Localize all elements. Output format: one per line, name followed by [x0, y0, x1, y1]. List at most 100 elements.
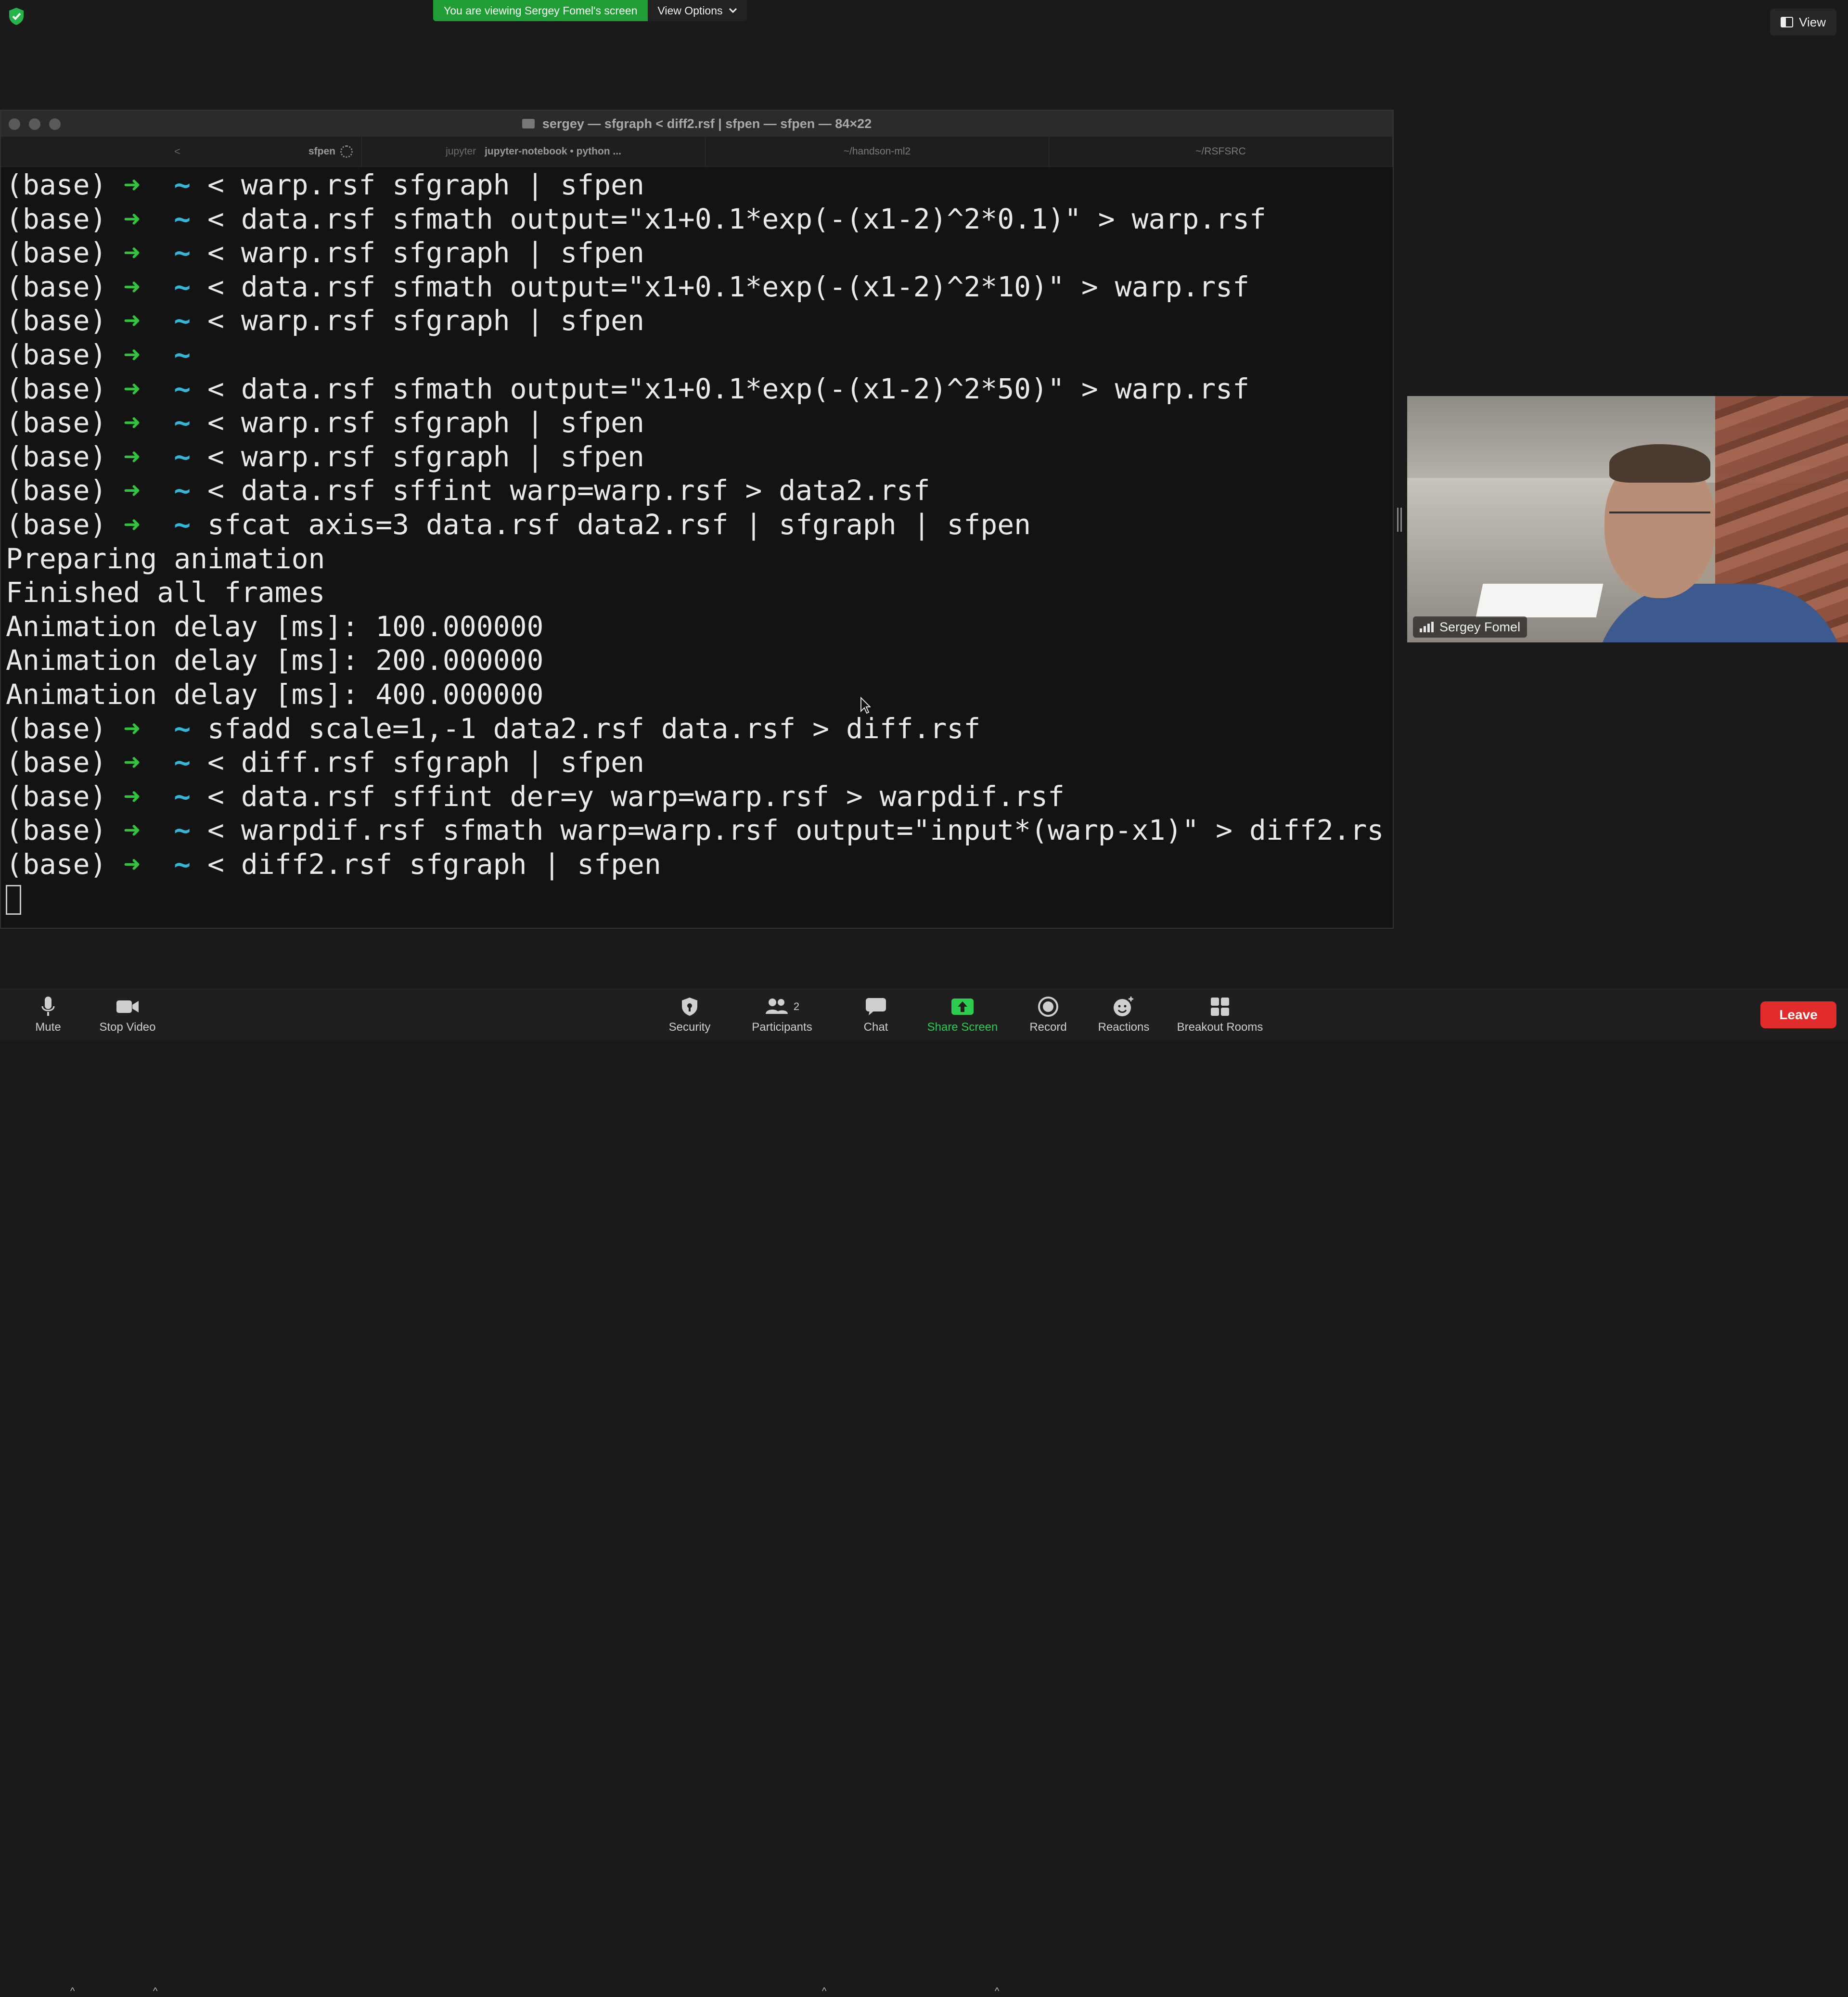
security-shield-icon [9, 8, 24, 25]
share-options-chevron-icon[interactable]: ^ [995, 1986, 999, 1997]
prompt-directory: ~ [174, 372, 191, 405]
prompt-directory: ~ [174, 202, 191, 235]
terminal-output[interactable]: (base) ➜ ~ < warp.rsf sfgraph | sfpen (ba… [1, 167, 1393, 915]
view-layout-button[interactable]: View [1770, 9, 1836, 36]
terminal-command-line: (base) ➜ ~ < data.rsf sfmath output="x1+… [6, 202, 1393, 236]
prompt-env: (base) [6, 440, 107, 473]
zoom-window-button[interactable] [49, 118, 61, 130]
terminal-command-line: (base) ➜ ~ < diff.rsf sfgraph | sfpen [6, 745, 1393, 780]
video-camera-icon [116, 996, 140, 1018]
participants-button[interactable]: 2 Participants [746, 989, 818, 1040]
prompt-env: (base) [6, 474, 107, 507]
chevron-left-icon[interactable]: < [174, 145, 180, 158]
participant-name: Sergey Fomel [1439, 619, 1521, 634]
command-text: < warp.rsf sfgraph | sfpen [191, 236, 644, 269]
pane-resize-handle[interactable] [1397, 508, 1402, 532]
security-button[interactable]: Security [659, 989, 720, 1040]
prompt-directory: ~ [174, 746, 191, 779]
activity-spinner-icon [340, 145, 353, 158]
audio-options-chevron-icon[interactable]: ^ [70, 1986, 75, 1997]
prompt-directory: ~ [174, 338, 191, 371]
prompt-arrow-icon: ➜ [123, 236, 141, 269]
prompt-arrow-icon: ➜ [123, 304, 141, 337]
terminal-input-line[interactable] [6, 881, 1393, 915]
prompt-env: (base) [6, 304, 107, 337]
terminal-command-line: (base) ➜ ~ < warp.rsf sfgraph | sfpen [6, 406, 1393, 440]
command-text: sfadd scale=1,-1 data2.rsf data.rsf > di… [191, 712, 981, 745]
minimize-window-button[interactable] [29, 118, 40, 130]
prompt-directory: ~ [174, 814, 191, 847]
mute-button[interactable]: Mute [29, 989, 67, 1040]
window-controls [9, 118, 61, 130]
view-options-button[interactable]: View Options [648, 0, 747, 21]
video-options-chevron-icon[interactable]: ^ [153, 1986, 157, 1997]
record-button[interactable]: Record [1025, 989, 1071, 1040]
prompt-arrow-icon: ➜ [123, 474, 141, 507]
terminal-command-line: (base) ➜ ~ [6, 338, 1393, 372]
terminal-output-line: Animation delay [ms]: 200.000000 [6, 643, 1393, 678]
prompt-env: (base) [6, 338, 107, 371]
prompt-arrow-icon: ➜ [123, 780, 141, 813]
prompt-env: (base) [6, 780, 107, 813]
prompt-directory: ~ [174, 304, 191, 337]
terminal-command-line: (base) ➜ ~ < data.rsf sfmath output="x1+… [6, 372, 1393, 406]
terminal-output-line: Finished all frames [6, 576, 1393, 610]
prompt-arrow-icon: ➜ [123, 847, 141, 881]
command-text: < diff2.rsf sfgraph | sfpen [191, 847, 661, 881]
command-text: < diff.rsf sfgraph | sfpen [191, 746, 644, 779]
prompt-arrow-icon: ➜ [123, 168, 141, 201]
terminal-window[interactable]: sergey — sfgraph < diff2.rsf | sfpen — s… [0, 110, 1394, 929]
terminal-output-line: Preparing animation [6, 542, 1393, 576]
command-text: < data.rsf sfmath output="x1+0.1*exp(-(x… [191, 202, 1266, 235]
prompt-env: (base) [6, 746, 107, 779]
terminal-command-line: (base) ➜ ~ < data.rsf sfmath output="x1+… [6, 270, 1393, 304]
tab-rsfsrc[interactable]: ~/RSFSRC [1049, 137, 1393, 166]
participants-count: 2 [793, 1000, 800, 1012]
folder-icon [522, 119, 535, 128]
prompt-directory: ~ [174, 236, 191, 269]
prompt-directory: ~ [174, 847, 191, 881]
share-screen-button[interactable]: Share Screen [919, 989, 1006, 1040]
prompt-directory: ~ [174, 440, 191, 473]
prompt-env: (base) [6, 814, 107, 847]
stop-video-button[interactable]: Stop Video [91, 989, 164, 1040]
participant-video[interactable]: Sergey Fomel [1407, 396, 1848, 642]
breakout-rooms-grid-icon [1210, 996, 1230, 1018]
command-text: < warp.rsf sfgraph | sfpen [191, 168, 644, 201]
tab-label: sfpen [308, 146, 335, 157]
chat-button[interactable]: Chat [852, 989, 900, 1040]
prompt-env: (base) [6, 236, 107, 269]
layout-icon [1781, 17, 1794, 27]
prompt-directory: ~ [174, 712, 191, 745]
breakout-rooms-button[interactable]: Breakout Rooms [1167, 989, 1273, 1040]
terminal-output-line: Animation delay [ms]: 100.000000 [6, 610, 1393, 644]
reactions-smiley-icon [1113, 996, 1135, 1018]
terminal-command-line: (base) ➜ ~ < diff2.rsf sfgraph | sfpen [6, 847, 1393, 882]
prompt-arrow-icon: ➜ [123, 372, 141, 405]
terminal-tab-bar: < sfpen jupyter jupyter-notebook • pytho… [1, 137, 1393, 167]
participants-options-chevron-icon[interactable]: ^ [822, 1986, 826, 1997]
command-text: < warpdif.rsf sfmath warp=warp.rsf outpu… [191, 814, 1384, 847]
tab-sfpen[interactable]: < sfpen [1, 137, 362, 166]
text-cursor [6, 885, 21, 915]
command-text: < data.rsf sffint der=y warp=warp.rsf > … [191, 780, 1065, 813]
participant-name-tag: Sergey Fomel [1413, 616, 1527, 638]
microphone-icon [41, 996, 55, 1018]
terminal-titlebar[interactable]: sergey — sfgraph < diff2.rsf | sfpen — s… [1, 111, 1393, 137]
leave-meeting-button[interactable]: Leave [1760, 1001, 1836, 1028]
tab-jupyter[interactable]: jupyter jupyter-notebook • python ... [362, 137, 706, 166]
prompt-env: (base) [6, 406, 107, 439]
screen-share-banner: You are viewing Sergey Fomel's screen Vi… [433, 0, 747, 21]
terminal-command-line: (base) ➜ ~ < warp.rsf sfgraph | sfpen [6, 236, 1393, 270]
record-icon [1038, 996, 1059, 1018]
tab-handson-ml2[interactable]: ~/handson-ml2 [706, 137, 1049, 166]
output-text: Animation delay [ms]: 400.000000 [6, 678, 544, 711]
reactions-button[interactable]: Reactions [1092, 989, 1155, 1040]
terminal-output-line: Animation delay [ms]: 400.000000 [6, 678, 1393, 712]
output-text: Animation delay [ms]: 200.000000 [6, 644, 544, 677]
close-window-button[interactable] [9, 118, 20, 130]
prompt-arrow-icon: ➜ [123, 814, 141, 847]
command-text: < warp.rsf sfgraph | sfpen [191, 304, 644, 337]
terminal-command-line: (base) ➜ ~ sfadd scale=1,-1 data2.rsf da… [6, 712, 1393, 746]
prompt-env: (base) [6, 508, 107, 541]
